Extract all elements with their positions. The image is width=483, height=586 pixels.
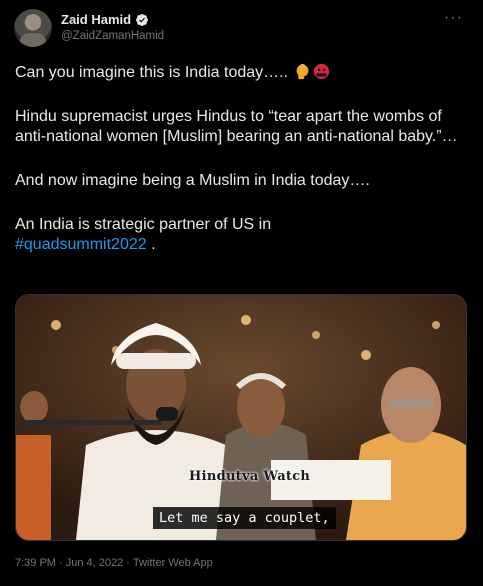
- tweet-line-1: Can you imagine this is India today…..: [15, 63, 470, 83]
- tweet-date[interactable]: Jun 4, 2022: [66, 557, 124, 569]
- tweet-line-4-text: An India is strategic partner of US in: [15, 216, 272, 233]
- verified-badge-icon: [136, 13, 149, 26]
- video-frame: [16, 295, 466, 540]
- tweet-card: Zaid Hamid @ZaidZamanHamid ··· Can you i…: [0, 0, 483, 586]
- video-subtitle: Let me say a couplet,: [153, 507, 336, 529]
- avatar[interactable]: [14, 9, 52, 47]
- video-media[interactable]: Hindutva Watch Let me say a couplet,: [15, 294, 467, 541]
- video-watermark: Hindutva Watch: [189, 469, 311, 484]
- author-handle[interactable]: @ZaidZamanHamid: [61, 30, 164, 42]
- tweet-line-4: An India is strategic partner of US in #q…: [15, 215, 470, 255]
- tweet-time[interactable]: 7:39 PM: [15, 557, 56, 569]
- more-options-icon[interactable]: ···: [444, 9, 463, 27]
- hashtag-link[interactable]: #quadsummit2022: [15, 236, 147, 253]
- author-name[interactable]: Zaid Hamid: [61, 12, 131, 27]
- tweet-text: Can you imagine this is India today….. H…: [15, 63, 470, 255]
- tweet-line-1-text: Can you imagine this is India today…..: [15, 64, 289, 81]
- facepalming-person-emoji: [297, 63, 309, 80]
- tweet-line-2: Hindu supremacist urges Hindus to “tear …: [15, 108, 458, 145]
- author-name-row: Zaid Hamid: [61, 12, 149, 27]
- tweet-metadata: 7:39 PM · Jun 4, 2022 · Twitter Web App: [15, 557, 213, 569]
- tweet-line-4-suffix: .: [146, 236, 156, 253]
- tweet-source[interactable]: Twitter Web App: [133, 557, 213, 569]
- tweet-line-3: And now imagine being a Muslim in India …: [15, 172, 370, 189]
- angry-face-with-symbols-emoji: [314, 63, 330, 80]
